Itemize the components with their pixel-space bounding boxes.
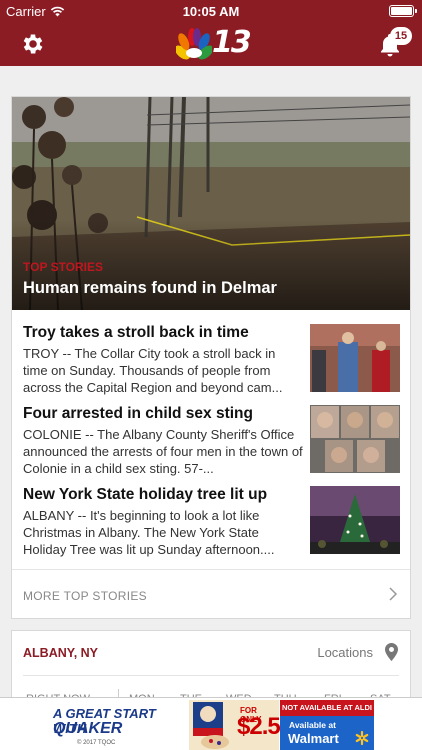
spark-icon <box>355 731 369 745</box>
weather-city[interactable]: ALBANY, NY <box>23 646 98 660</box>
ad-bar: A GREAT START WITH QUAKER © 2017 TQOC FO… <box>0 697 422 750</box>
status-bar: Carrier 10:05 AM <box>0 0 422 22</box>
story-title[interactable]: Troy takes a stroll back in time <box>23 324 303 342</box>
story-thumbnail[interactable] <box>310 486 400 554</box>
top-stories-card: TOP STORIES Human remains found in Delma… <box>11 96 411 619</box>
status-time: 10:05 AM <box>182 4 240 19</box>
ad-retailer: NOT AVAILABLE AT ALDI Available at Walma… <box>280 700 374 750</box>
weather-divider <box>23 675 399 676</box>
story-title[interactable]: Four arrested in child sex sting <box>23 405 303 423</box>
gear-icon[interactable] <box>20 31 46 57</box>
story-thumbnail[interactable] <box>310 405 400 473</box>
locations-button[interactable]: Locations <box>317 645 373 660</box>
station-number: 13 <box>212 25 252 60</box>
chevron-right-icon <box>389 587 398 601</box>
ad-store-name: Walmart <box>288 731 339 746</box>
ad-product: FOR ONLY $2.50 <box>189 700 293 750</box>
hero-kicker: TOP STORIES <box>23 260 104 274</box>
battery-icon <box>389 5 417 17</box>
oatmeal-box-icon <box>193 702 229 749</box>
ad-available-label: Available at <box>289 720 336 730</box>
story-thumbnail[interactable] <box>310 324 400 392</box>
hero-title[interactable]: Human remains found in Delmar <box>23 279 277 298</box>
ad-brand-name: QUAKER <box>53 720 123 737</box>
hero-story[interactable]: TOP STORIES Human remains found in Delma… <box>12 97 410 310</box>
station-logo[interactable]: 13 <box>176 25 252 63</box>
peacock-icon <box>176 28 212 60</box>
notification-badge[interactable]: 15 <box>390 27 412 45</box>
more-top-stories-link[interactable]: MORE TOP STORIES <box>12 569 410 619</box>
story-item[interactable]: Troy takes a stroll back in time TROY --… <box>23 324 401 398</box>
more-top-stories-label: MORE TOP STORIES <box>23 589 147 603</box>
ad-disclaimer: NOT AVAILABLE AT ALDI <box>280 700 374 716</box>
story-item[interactable]: Four arrested in child sex sting COLONIE… <box>23 405 401 479</box>
story-item[interactable]: New York State holiday tree lit up ALBAN… <box>23 486 401 560</box>
ad-fine-print: © 2017 TQOC <box>77 740 116 746</box>
nav-bar: 13 15 <box>0 22 422 66</box>
story-summary: ALBANY -- It's beginning to look a lot l… <box>23 508 275 557</box>
ad-brand: A GREAT START WITH QUAKER © 2017 TQOC <box>47 700 187 750</box>
story-summary: TROY -- The Collar City took a stroll ba… <box>23 346 283 395</box>
story-summary: COLONIE -- The Albany County Sheriff's O… <box>23 427 303 476</box>
location-pin-icon[interactable] <box>385 643 398 661</box>
ad-banner[interactable]: A GREAT START WITH QUAKER © 2017 TQOC FO… <box>47 700 374 750</box>
story-title[interactable]: New York State holiday tree lit up <box>23 486 303 504</box>
